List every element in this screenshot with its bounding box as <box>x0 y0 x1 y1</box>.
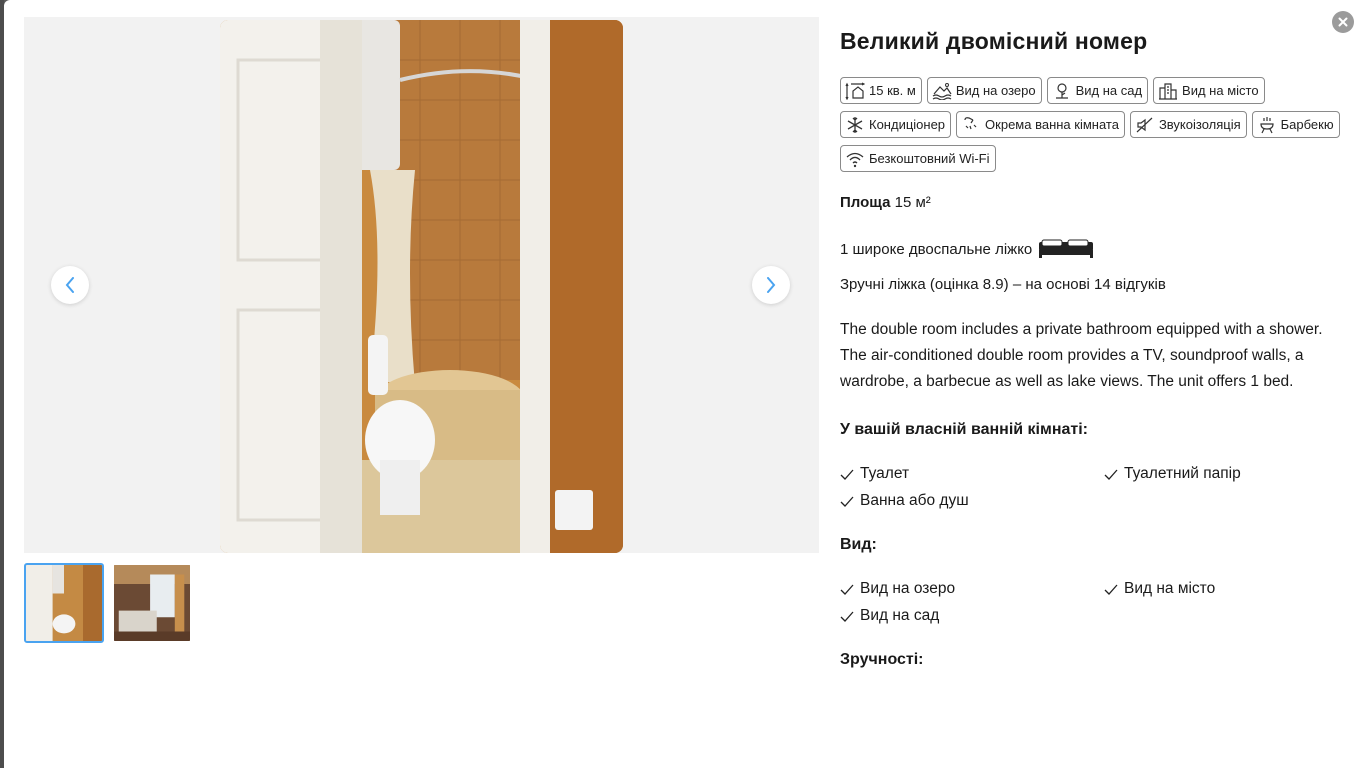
facility-chip-private-bathroom: Окрема ванна кімната <box>956 111 1125 138</box>
photo-gallery <box>24 17 819 553</box>
close-icon <box>1338 17 1348 27</box>
facility-label: Звукоізоляція <box>1158 117 1241 132</box>
bathroom-icon <box>964 116 977 129</box>
city-view-icon <box>1159 82 1178 100</box>
room-title: Великий двомісний номер <box>840 28 1148 54</box>
facility-chip-lake-view: Вид на озеро <box>926 77 1042 104</box>
thumbnail-strip <box>24 563 192 643</box>
amenities-section-title: Зручності: <box>840 651 924 668</box>
facility-chip-wifi: Безкоштовний Wi-Fi <box>840 145 996 172</box>
facility-chips: 15 кв. м Вид на озеро Вид на сад Вид на … <box>840 77 1340 172</box>
list-item: Вид на озеро <box>840 580 1104 598</box>
barbecue-icon <box>1260 116 1274 133</box>
facility-chip-soundproof: Звукоізоляція <box>1129 111 1247 138</box>
list-item: Ванна або душ <box>840 492 1104 510</box>
checkmark-icon <box>840 611 854 622</box>
double-bed-icon <box>1039 239 1094 258</box>
checkmark-icon <box>840 584 854 595</box>
facility-chip-air-conditioning: Кондиціонер <box>840 111 952 138</box>
checkmark-icon <box>1104 469 1118 480</box>
facility-chip-city-view: Вид на місто <box>1153 77 1265 104</box>
room-photo-main <box>220 20 623 553</box>
lake-view-icon <box>932 82 952 100</box>
thumbnail-bedroom[interactable] <box>112 563 192 643</box>
bed-info: 1 широке двоспальне ліжко <box>840 239 1345 259</box>
air-conditioning-icon <box>847 116 863 133</box>
wifi-icon <box>846 152 864 167</box>
facility-label: Вид на сад <box>1075 83 1143 98</box>
chevron-left-icon <box>65 277 74 293</box>
area-value: 15 м² <box>894 194 931 211</box>
area-icon <box>845 81 865 100</box>
list-item: Вид на місто <box>1104 580 1344 598</box>
room-area: Площа 15 м² <box>840 194 1345 211</box>
view-section-title: Вид: <box>840 536 877 553</box>
room-description: The double room includes a private bathr… <box>840 321 1323 390</box>
next-photo-button[interactable] <box>752 266 790 304</box>
room-details-modal: Великий двомісний номер 15 кв. м Вид на … <box>4 0 1366 768</box>
list-item: Вид на сад <box>840 607 1104 625</box>
view-list: Вид на озеро Вид на місто Вид на сад <box>840 580 1345 625</box>
checkmark-icon <box>840 496 854 507</box>
facility-label: Барбекю <box>1280 117 1334 132</box>
facility-label: Безкоштовний Wi-Fi <box>869 151 990 166</box>
checkmark-icon <box>1104 584 1118 595</box>
facility-label: Кондиціонер <box>869 117 946 132</box>
bed-text: 1 широке двоспальне ліжко <box>840 240 1033 258</box>
previous-photo-button[interactable] <box>51 266 89 304</box>
room-details-panel: Великий двомісний номер 15 кв. м Вид на … <box>840 28 1345 695</box>
list-item: Туалет <box>840 465 1104 483</box>
facility-chip-barbecue: Барбекю <box>1251 111 1340 138</box>
soundproof-icon <box>1136 117 1153 132</box>
garden-view-icon <box>1055 82 1068 99</box>
chevron-right-icon <box>767 277 776 293</box>
bathroom-section-title: У вашій власній ванній кімнаті: <box>840 421 1088 438</box>
facility-chip-garden-view: Вид на сад <box>1046 77 1149 104</box>
facility-label: 15 кв. м <box>869 83 916 98</box>
bed-rating: Зручні ліжка (оцінка 8.9) – на основі 14… <box>840 276 1166 293</box>
facility-label: Вид на місто <box>1182 83 1259 98</box>
facility-label: Вид на озеро <box>955 83 1036 98</box>
checkmark-icon <box>840 469 854 480</box>
thumbnail-bathroom[interactable] <box>24 563 104 643</box>
facility-label: Окрема ванна кімната <box>985 117 1119 132</box>
list-item: Туалетний папір <box>1104 465 1344 483</box>
area-label: Площа <box>840 194 891 211</box>
facility-chip-area: 15 кв. м <box>840 77 922 104</box>
bathroom-list: Туалет Туалетний папір Ванна або душ <box>840 465 1345 510</box>
